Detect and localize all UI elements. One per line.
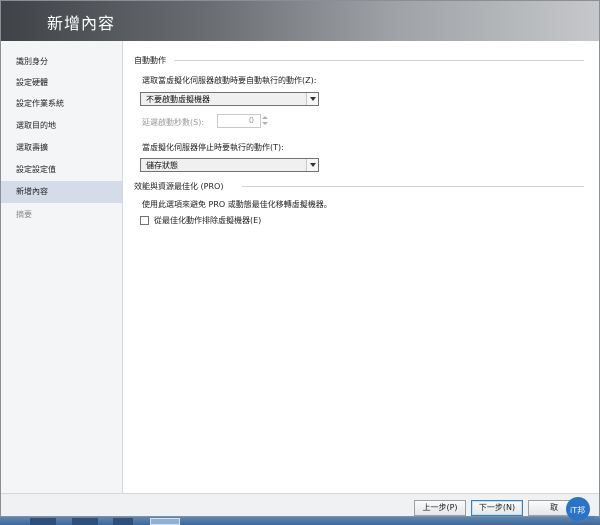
auto-actions-heading: 自動動作 bbox=[134, 56, 166, 65]
stop-action-label: 當虛擬化伺服器停止時要執行的動作(T): bbox=[142, 143, 284, 152]
folder-icon[interactable] bbox=[30, 518, 56, 525]
pro-description: 使用此選項來避免 PRO 或動態最佳化移轉虛擬機器。 bbox=[142, 200, 332, 209]
section-divider bbox=[242, 186, 584, 187]
stepper-down-icon[interactable] bbox=[262, 122, 268, 125]
delay-value: 0 bbox=[248, 116, 254, 125]
sidebar-item-identity[interactable]: 識別身分 bbox=[1, 51, 122, 73]
next-button[interactable]: 下一步(N) bbox=[471, 500, 523, 516]
stop-action-value: 儲存狀態 bbox=[146, 161, 178, 170]
watermark-subtext: 幫忙 bbox=[586, 515, 596, 522]
vmm-app-icon[interactable] bbox=[150, 518, 180, 525]
stepper-up-icon[interactable] bbox=[262, 116, 268, 119]
section-divider bbox=[174, 60, 584, 61]
sidebar-item-summary[interactable]: 摘要 bbox=[1, 204, 122, 226]
taskbar bbox=[0, 517, 600, 525]
start-action-label: 選取當虛擬化伺服器啟動時要自動執行的動作(Z): bbox=[142, 76, 317, 85]
start-action-dropdown[interactable]: 不要啟動虛擬機器 bbox=[140, 92, 319, 106]
watermark-logo-icon: iT邦 幫忙 bbox=[566, 497, 596, 522]
sidebar-item-destination[interactable]: 選取目的地 bbox=[1, 115, 122, 137]
content-panel: 自動動作 選取當虛擬化伺服器啟動時要自動執行的動作(Z): 不要啟動虛擬機器 延… bbox=[124, 41, 599, 493]
pro-heading: 效能與資源最佳化 (PRO) bbox=[134, 182, 224, 191]
wizard-footer: 上一步(P) 下一步(N) 取 bbox=[1, 493, 599, 516]
server-manager-icon[interactable] bbox=[72, 518, 98, 525]
back-button[interactable]: 上一步(P) bbox=[414, 500, 466, 516]
chevron-down-icon bbox=[306, 159, 318, 171]
sidebar-item-add-properties[interactable]: 新增內容 bbox=[1, 181, 122, 203]
delay-label: 延遲啟動秒數(S): bbox=[142, 118, 205, 127]
stop-action-dropdown[interactable]: 儲存狀態 bbox=[140, 158, 319, 172]
exclude-vm-label[interactable]: 從最佳化動作排除虛擬機器(E) bbox=[154, 215, 261, 226]
wizard-sidebar: 識別身分 設定硬體 設定作業系統 選取目的地 選取壽擴 設定設定值 新增內容 摘… bbox=[1, 41, 123, 493]
watermark-text: iT邦 bbox=[570, 505, 585, 515]
wizard-header: 新增內容 bbox=[1, 1, 599, 41]
sidebar-item-host[interactable]: 選取壽擴 bbox=[1, 137, 122, 159]
wizard-window: 新增內容 識別身分 設定硬體 設定作業系統 選取目的地 選取壽擴 設定設定值 新… bbox=[0, 0, 600, 517]
page-title: 新增內容 bbox=[47, 14, 116, 33]
console-icon[interactable] bbox=[113, 518, 133, 525]
delay-stepper[interactable]: 0 bbox=[217, 114, 261, 128]
exclude-vm-checkbox[interactable] bbox=[140, 216, 149, 225]
sidebar-item-os[interactable]: 設定作業系統 bbox=[1, 93, 122, 115]
sidebar-item-hardware[interactable]: 設定硬體 bbox=[1, 72, 122, 94]
sidebar-item-settings[interactable]: 設定設定值 bbox=[1, 159, 122, 181]
chevron-down-icon bbox=[306, 93, 318, 105]
stepper-arrows-icon[interactable] bbox=[261, 114, 269, 128]
start-action-value: 不要啟動虛擬機器 bbox=[146, 95, 210, 104]
